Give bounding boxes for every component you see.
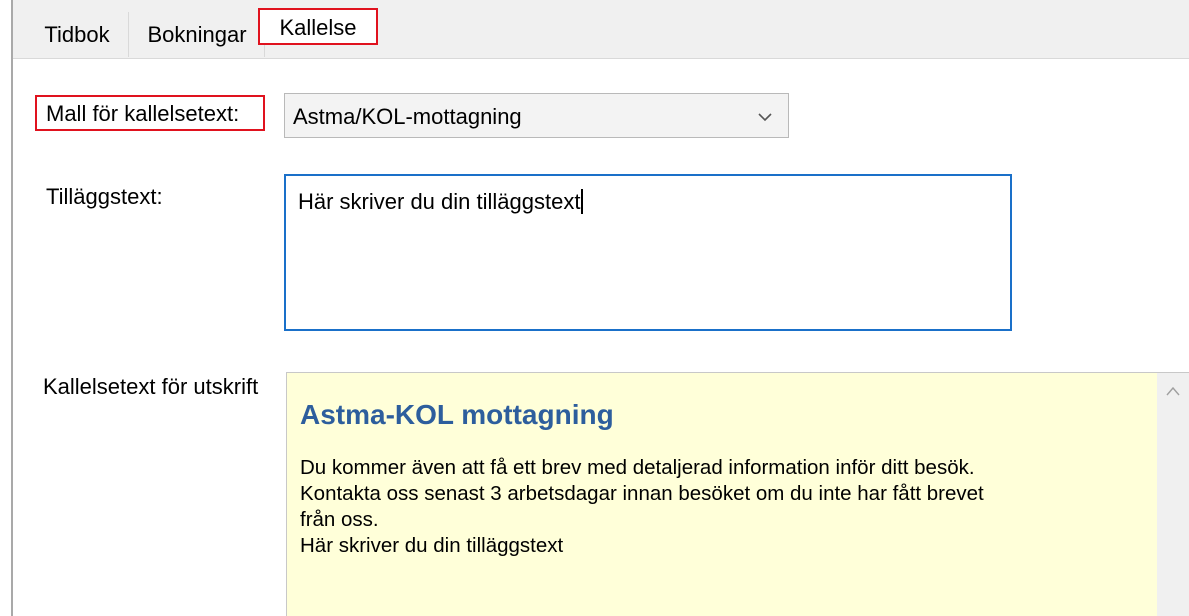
template-label: Mall för kallelsetext:	[35, 95, 265, 131]
print-text-label: Kallelsetext för utskrift	[43, 374, 259, 399]
preview-body: Du kommer även att få ett brev med detal…	[300, 455, 1150, 559]
preview-scrollbar[interactable]	[1157, 373, 1189, 616]
tab-strip: Tidbok Bokningar Kallelse	[13, 0, 1189, 59]
additional-text-value: Här skriver du din tilläggstext	[298, 188, 584, 216]
print-preview: Astma-KOL mottagning Du kommer även att …	[286, 372, 1189, 616]
preview-line: Kontakta oss senast 3 arbetsdagar innan …	[300, 482, 984, 505]
preview-line: Du kommer även att få ett brev med detal…	[300, 456, 975, 479]
additional-text-label: Tilläggstext:	[46, 184, 163, 209]
template-select[interactable]: Astma/KOL-mottagning	[284, 93, 789, 138]
template-select-value: Astma/KOL-mottagning	[293, 104, 522, 129]
preview-heading: Astma-KOL mottagning	[300, 399, 614, 430]
kallelse-window: Tidbok Bokningar Kallelse Mall för kalle…	[0, 0, 1189, 616]
tab-bokningar[interactable]: Bokningar	[130, 12, 265, 57]
window-left-border	[11, 0, 13, 616]
preview-line: Här skriver du din tilläggstext	[300, 534, 564, 557]
tab-kallelse[interactable]: Kallelse	[258, 8, 378, 45]
print-preview-paper: Astma-KOL mottagning Du kommer även att …	[287, 373, 1157, 616]
chevron-up-icon[interactable]	[1165, 385, 1181, 397]
additional-text-input[interactable]: Här skriver du din tilläggstext	[284, 174, 1012, 331]
chevron-down-icon	[758, 113, 772, 122]
tab-tidbok[interactable]: Tidbok	[26, 12, 129, 57]
additional-text-content: Här skriver du din tilläggstext	[298, 189, 581, 214]
preview-line: från oss.	[300, 508, 379, 531]
text-caret	[581, 189, 584, 214]
